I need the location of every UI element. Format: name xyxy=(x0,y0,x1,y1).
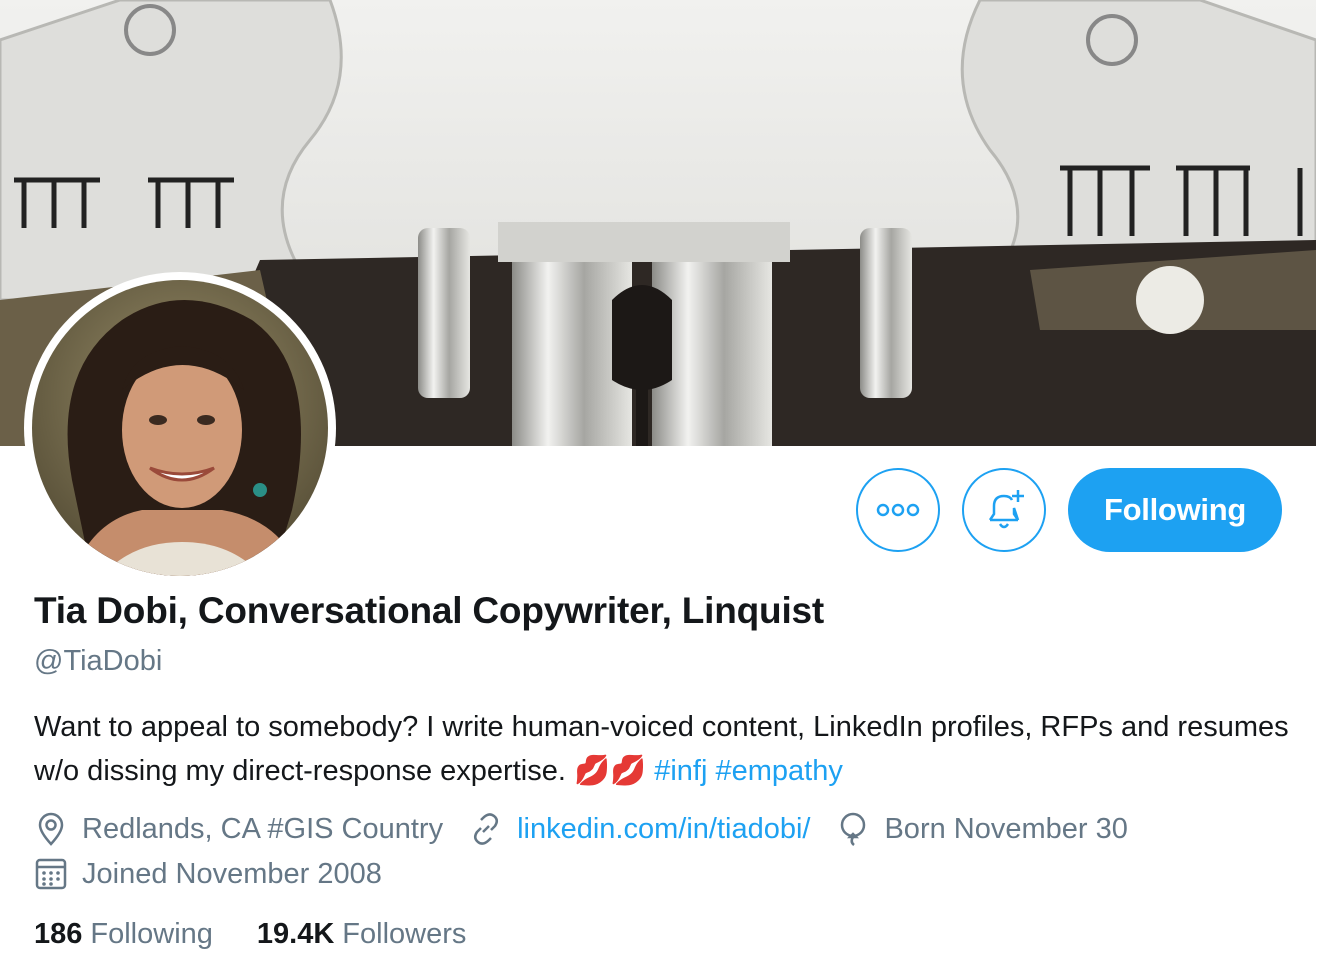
profile-name: Tia Dobi, Conversational Copywriter, Lin… xyxy=(34,590,825,631)
followers-count: 19.4K xyxy=(256,918,335,950)
page-edge xyxy=(1316,0,1324,964)
profile-meta-row-1: Redlands, CA #GIS Country linkedin.com/i… xyxy=(34,812,1154,846)
location-text: Redlands, CA #GIS Country xyxy=(82,812,444,845)
location-icon xyxy=(38,812,64,846)
website-item: linkedin.com/in/tiadobi/ xyxy=(469,812,810,846)
following-stat[interactable]: 186 Following xyxy=(34,918,213,951)
profile-meta-row-2: Joined November 2008 xyxy=(34,857,408,891)
bell-plus-icon xyxy=(988,490,1024,529)
website-link[interactable]: linkedin.com/in/tiadobi/ xyxy=(517,813,810,846)
profile-bio: Want to appeal to somebody? I write huma… xyxy=(34,705,1294,793)
following-button[interactable]: Following xyxy=(1068,468,1282,552)
profile-stats: 186 Following 19.4K Followers xyxy=(34,918,510,951)
profile-avatar[interactable] xyxy=(24,272,336,584)
more-icon xyxy=(876,503,920,517)
following-count: 186 xyxy=(34,918,83,950)
followers-label: Followers xyxy=(342,918,467,950)
notifications-button[interactable] xyxy=(962,468,1046,552)
birthday-item: Born November 30 xyxy=(836,812,1128,846)
profile-actions: Following xyxy=(856,468,1282,552)
balloon-icon xyxy=(841,812,866,846)
birthday-text: Born November 30 xyxy=(884,812,1128,845)
following-label: Following xyxy=(90,918,213,950)
location-item: Redlands, CA #GIS Country xyxy=(34,812,443,846)
followers-stat[interactable]: 19.4K Followers xyxy=(257,918,466,951)
link-icon xyxy=(474,813,499,845)
joined-text: Joined November 2008 xyxy=(82,857,382,890)
calendar-icon xyxy=(35,858,67,890)
hashtag-empathy[interactable]: #empathy xyxy=(715,755,842,787)
joined-item: Joined November 2008 xyxy=(34,857,382,891)
profile-handle: @TiaDobi xyxy=(34,645,163,677)
hashtag-infj[interactable]: #infj xyxy=(654,755,707,787)
more-options-button[interactable] xyxy=(856,468,940,552)
